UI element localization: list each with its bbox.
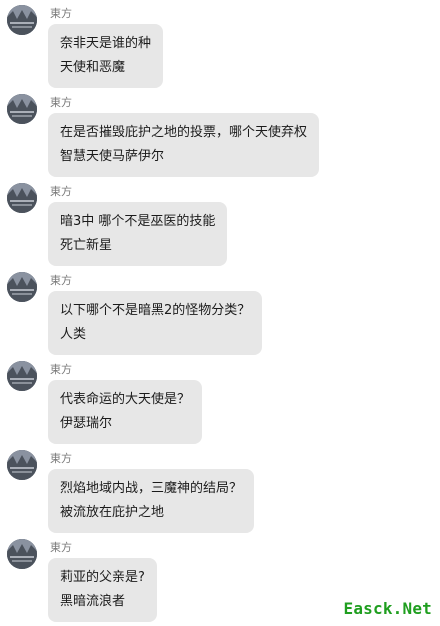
message-bubble[interactable]: 暗3中 哪个不是巫医的技能 死亡新星	[48, 202, 228, 266]
sender-name: 東方	[50, 274, 72, 287]
site-watermark: Easck.Net	[343, 599, 432, 618]
sender-name: 東方	[50, 96, 72, 109]
question-text: 暗3中 哪个不是巫医的技能	[60, 214, 216, 229]
avatar-icon[interactable]	[7, 5, 37, 35]
message-bubble[interactable]: 奈非天是谁的种 天使和恶魔	[48, 24, 164, 88]
answer-text: 天使和恶魔	[60, 60, 126, 75]
sender-name: 東方	[50, 452, 72, 465]
message-bubble[interactable]: 在是否摧毁庇护之地的投票，哪个天使弃权 智慧天使马萨伊尔	[48, 113, 320, 177]
answer-text: 被流放在庇护之地	[60, 505, 165, 520]
message-bubble[interactable]: 烈焰地域内战，三魔神的结局？ 被流放在庇护之地	[48, 469, 255, 533]
avatar-icon[interactable]	[7, 272, 37, 302]
sender-name: 東方	[50, 541, 72, 554]
answer-text: 伊瑟瑞尔	[60, 416, 113, 431]
question-text: 莉亚的父亲是?	[60, 570, 145, 585]
avatar-icon[interactable]	[7, 183, 37, 213]
question-text: 在是否摧毁庇护之地的投票，哪个天使弃权	[60, 125, 308, 140]
question-text: 烈焰地域内战，三魔神的结局？	[60, 481, 243, 496]
avatar-icon[interactable]	[7, 361, 37, 391]
avatar-icon[interactable]	[7, 450, 37, 480]
answer-text: 智慧天使马萨伊尔	[60, 149, 165, 164]
answer-text: 黑暗流浪者	[60, 594, 126, 609]
message-bubble[interactable]: 代表命运的大天使是？ 伊瑟瑞尔	[48, 380, 203, 444]
question-text: 奈非天是谁的种	[60, 36, 152, 51]
avatar-icon[interactable]	[7, 94, 37, 124]
sender-name: 東方	[50, 185, 72, 198]
sender-name: 東方	[50, 363, 72, 376]
message-bubble[interactable]: 莉亚的父亲是? 黑暗流浪者	[48, 558, 157, 622]
sender-name: 東方	[50, 7, 72, 20]
answer-text: 人类	[60, 327, 87, 342]
avatar-icon[interactable]	[7, 539, 37, 569]
question-text: 以下哪个不是暗黑2的怪物分类？	[60, 303, 251, 318]
message-bubble[interactable]: 以下哪个不是暗黑2的怪物分类？ 人类	[48, 291, 263, 355]
question-text: 代表命运的大天使是？	[60, 392, 191, 407]
answer-text: 死亡新星	[60, 238, 113, 253]
